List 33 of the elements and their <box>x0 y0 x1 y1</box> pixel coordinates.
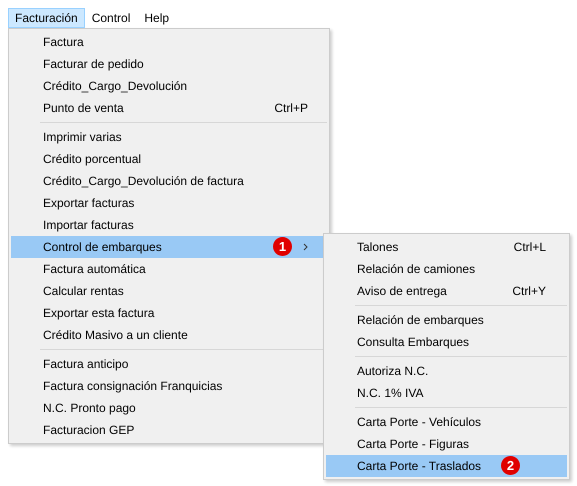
number-badge: 2 <box>501 456 520 475</box>
menu-item[interactable]: Factura automática <box>11 258 327 280</box>
menu-item[interactable]: Factura <box>11 31 327 53</box>
menu-item[interactable]: Crédito porcentual <box>11 148 327 170</box>
menu-item[interactable]: Factura consignación Franquicias <box>11 375 327 397</box>
menu-item[interactable]: Carta Porte - Traslados 2 <box>326 455 567 477</box>
menu-item[interactable]: Relación de embarques <box>326 309 567 331</box>
menu-item[interactable]: Autoriza N.C. <box>326 360 567 382</box>
menu-item[interactable]: Imprimir varias <box>11 126 327 148</box>
menu-item[interactable]: Crédito_Cargo_Devolución <box>11 75 327 97</box>
menu-item[interactable]: Exportar esta factura <box>11 302 327 324</box>
menu-item[interactable]: Exportar facturas <box>11 192 327 214</box>
chevron-right-icon <box>303 243 308 251</box>
menu-item[interactable]: Facturacion GEP <box>11 419 327 441</box>
menu-item[interactable]: Punto de venta Ctrl+P <box>11 97 327 119</box>
menu-item[interactable]: Carta Porte - Vehículos <box>326 411 567 433</box>
menu-item[interactable]: Aviso de entrega Ctrl+Y <box>326 280 567 302</box>
menu-item[interactable]: Importar facturas <box>11 214 327 236</box>
menu-item[interactable]: Carta Porte - Figuras <box>326 433 567 455</box>
number-badge: 1 <box>273 237 292 256</box>
menu-item[interactable]: Crédito_Cargo_Devolución de factura <box>11 170 327 192</box>
menu-item[interactable]: N.C. Pronto pago <box>11 397 327 419</box>
menu-item[interactable]: Factura anticipo <box>11 353 327 375</box>
menu-item[interactable]: N.C. 1% IVA <box>326 382 567 404</box>
menu-item[interactable]: Talones Ctrl+L <box>326 236 567 258</box>
menu-item[interactable]: Relación de camiones <box>326 258 567 280</box>
menubar-item[interactable]: Facturación <box>8 8 85 28</box>
menu-item[interactable]: Consulta Embarques <box>326 331 567 353</box>
menubar-item[interactable]: Help <box>137 8 176 28</box>
menu-item[interactable]: Crédito Masivo a un cliente <box>11 324 327 346</box>
menu-item[interactable]: Calcular rentas <box>11 280 327 302</box>
menubar-item[interactable]: Control <box>84 8 138 28</box>
menu-item[interactable]: Facturar de pedido <box>11 53 327 75</box>
